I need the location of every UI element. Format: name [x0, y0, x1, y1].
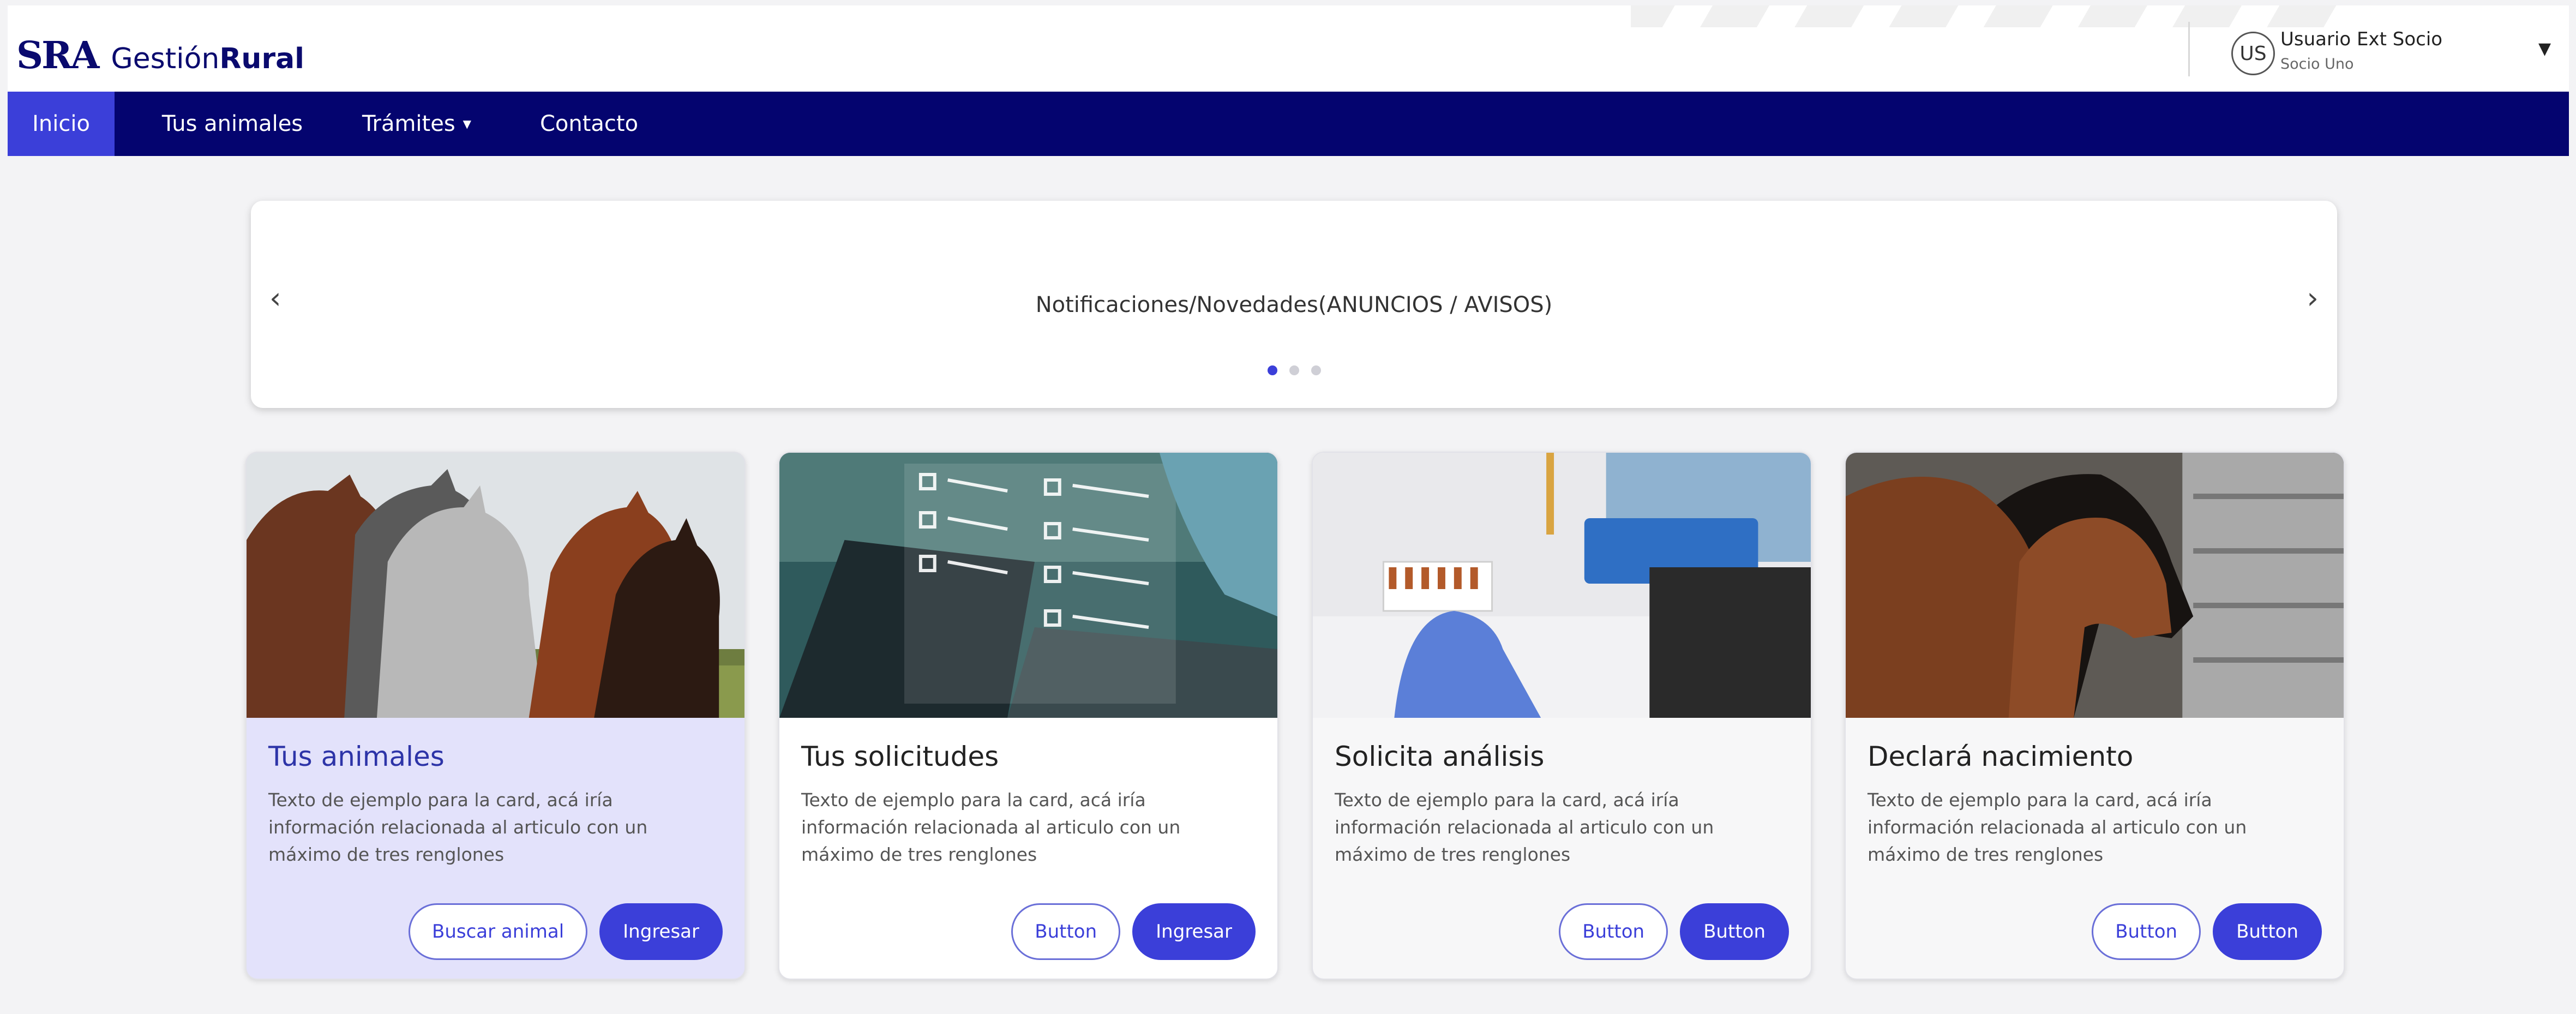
- logo-sra-text: SRA: [16, 34, 99, 77]
- cattle-photo: [1846, 453, 2344, 718]
- secondary-button[interactable]: Button: [2092, 903, 2201, 960]
- nav-item-contacto[interactable]: Contacto: [535, 92, 644, 156]
- chevron-right-icon[interactable]: ›: [2307, 284, 2319, 313]
- nav-item-inicio[interactable]: Inicio: [8, 92, 115, 156]
- primary-button[interactable]: Button: [2213, 903, 2322, 960]
- logo-rural-text: Rural: [219, 43, 305, 75]
- horses-photo: [247, 453, 744, 718]
- nav-item-label: Contacto: [539, 111, 639, 136]
- card-description: Texto de ejemplo para la card, acá iría …: [1335, 789, 1714, 865]
- card-tus-animales[interactable]: Tus animales Texto de ejemplo para la ca…: [245, 452, 746, 980]
- caret-down-icon: ▼: [463, 117, 472, 130]
- app-root: SRA Gestión Rural US Usuario Ext Socio S…: [0, 0, 2576, 1014]
- card-description: Texto de ejemplo para la card, acá iría …: [801, 789, 1181, 865]
- card-actions: Buscar animal Ingresar: [409, 903, 723, 960]
- secondary-button[interactable]: Button: [1559, 903, 1668, 960]
- logo-gestion-text: Gestión: [111, 43, 220, 75]
- checklist-laptop-photo: [779, 453, 1277, 718]
- nav-item-label: Inicio: [32, 111, 90, 136]
- buscar-animal-button[interactable]: Buscar animal: [409, 903, 588, 960]
- header-decoration: [1631, 5, 2340, 27]
- card-solicita-analisis[interactable]: Solicita análisis Texto de ejemplo para …: [1312, 452, 1812, 980]
- secondary-button[interactable]: Button: [1011, 903, 1121, 960]
- user-divider: [2188, 22, 2190, 76]
- lab-analysis-photo: [1313, 453, 1811, 718]
- right-edge: [2569, 0, 2576, 1014]
- card-description: Texto de ejemplo para la card, acá iría …: [1868, 789, 2247, 865]
- primary-button[interactable]: Button: [1680, 903, 1789, 960]
- card-actions: Button Ingresar: [1011, 903, 1256, 960]
- main-navbar: Inicio Tus animales Trámites ▼ Contacto: [8, 92, 2569, 156]
- card-description: Texto de ejemplo para la card, acá iría …: [268, 789, 648, 865]
- card-title: Tus solicitudes: [801, 741, 999, 772]
- sra-logo[interactable]: SRA Gestión Rural: [16, 34, 304, 77]
- notifications-carousel: ‹ Notificaciones/Novedades(ANUNCIOS / AV…: [251, 201, 2337, 408]
- card-title: Tus animales: [268, 741, 445, 772]
- caret-down-icon[interactable]: ▼: [2538, 39, 2551, 58]
- user-name[interactable]: Usuario Ext Socio: [2280, 28, 2442, 50]
- ingresar-button[interactable]: Ingresar: [1132, 903, 1256, 960]
- card-declara-nacimiento[interactable]: Declará nacimiento Texto de ejemplo para…: [1845, 452, 2345, 980]
- card-title: Declará nacimiento: [1868, 741, 2134, 772]
- card-actions: Button Button: [1559, 903, 1789, 960]
- nav-item-label: Trámites: [362, 111, 455, 136]
- card-actions: Button Button: [2092, 903, 2322, 960]
- carousel-slide-text: Notificaciones/Novedades(ANUNCIOS / AVIS…: [1035, 292, 1553, 317]
- card-title: Solicita análisis: [1335, 741, 1545, 772]
- carousel-dot-3[interactable]: [1311, 365, 1321, 375]
- card-tus-solicitudes[interactable]: Tus solicitudes Texto de ejemplo para la…: [778, 452, 1278, 980]
- user-avatar[interactable]: US: [2231, 32, 2275, 75]
- carousel-dot-2[interactable]: [1289, 365, 1299, 375]
- nav-item-tramites[interactable]: Trámites ▼: [351, 92, 482, 156]
- nav-item-tus-animales[interactable]: Tus animales: [151, 92, 314, 156]
- top-header: SRA Gestión Rural US Usuario Ext Socio S…: [8, 5, 2569, 92]
- carousel-indicators: [251, 365, 2337, 375]
- carousel-dot-1[interactable]: [1267, 365, 1277, 375]
- nav-item-label: Tus animales: [161, 111, 303, 136]
- user-role: Socio Uno: [2280, 56, 2354, 73]
- ingresar-button[interactable]: Ingresar: [599, 903, 723, 960]
